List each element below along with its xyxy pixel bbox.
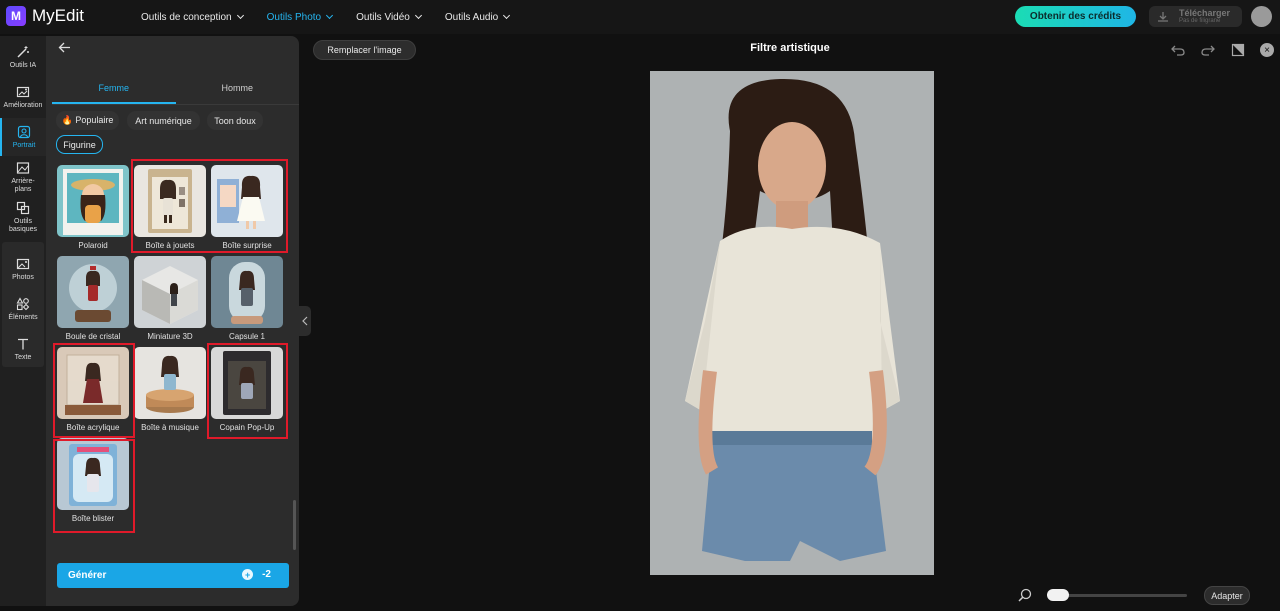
top-nav: Outils de conception Outils Photo Outils… [141,0,533,34]
gender-tabs: Femme Homme [52,79,299,105]
app-name: MyEdit [32,6,84,25]
nav-label: Outils Photo [266,11,322,23]
canvas-toolbar: × [1170,42,1274,58]
style-card-polaroid[interactable]: Polaroid [57,165,129,250]
generate-button[interactable]: Générer + -2 [57,563,289,588]
undo-icon[interactable] [1170,42,1186,58]
rail-item-basic-tools[interactable]: Outils basiques [0,200,46,234]
tab-femme[interactable]: Femme [52,79,176,104]
chip-art-numerique[interactable]: Art numérique [127,111,200,130]
highlight-box [131,159,288,253]
rail-item-text[interactable]: Texte [0,336,46,362]
canvas-title: Filtre artistique [750,42,830,54]
zoom-slider-handle[interactable] [1047,589,1069,601]
nav-label: Outils Audio [444,11,499,23]
download-text: Télécharger Pas de filigrane [1179,7,1231,25]
style-card-capsule-1[interactable]: Capsule 1 [211,256,283,341]
myedit-logo-icon: M [6,6,26,26]
replace-image-button[interactable]: Remplacer l'image [313,40,416,60]
credit-icon: + [242,569,254,580]
rail-label: Photos [12,274,34,281]
user-avatar[interactable] [1251,6,1272,27]
left-tool-rail: Outils IA Amélioration Portrait Arrière-… [0,36,46,606]
highlight-box [53,439,135,533]
nav-video-tools[interactable]: Outils Vidéo [356,11,422,23]
enhance-icon [15,84,31,100]
rail-item-backgrounds[interactable]: Arrière-plans [0,160,46,194]
compare-icon[interactable] [1230,42,1246,58]
rail-item-ai-tools[interactable]: Outils IA [0,44,46,70]
highlight-box [207,343,288,439]
credit-cost-value: -2 [262,569,271,580]
download-button[interactable]: Télécharger Pas de filigrane [1149,6,1242,27]
rail-label: Éléments [8,314,38,321]
background-icon [15,160,31,176]
style-thumbnail [57,256,129,328]
shapes-icon [15,296,31,312]
rail-label: Texte [14,354,32,361]
portrait-icon [16,124,32,140]
highlight-box [53,343,135,438]
chevron-down-icon [503,11,511,20]
tab-homme[interactable]: Homme [176,79,300,104]
style-card-boule-de-cristal[interactable]: Boule de cristal [57,256,129,341]
fit-button[interactable]: Adapter [1204,586,1250,605]
chevron-down-icon [414,11,422,20]
rail-item-portrait[interactable]: Portrait [0,118,46,156]
style-label: Miniature 3D [147,332,193,341]
crop-icon [15,200,31,216]
nav-label: Outils Vidéo [356,11,410,23]
download-label: Télécharger [1179,7,1231,18]
chevron-left-icon [302,316,308,326]
style-card-miniature-3d[interactable]: Miniature 3D [134,256,206,341]
rail-item-enhance[interactable]: Amélioration [0,84,46,110]
panel-scrollbar[interactable] [293,500,296,550]
download-sublabel: Pas de filigrane [1179,17,1221,24]
style-thumbnail [134,347,206,419]
rail-label: Portrait [12,142,36,149]
rail-label: Amélioration [3,102,43,109]
style-label: Capsule 1 [228,332,266,341]
panel-collapse-handle[interactable] [299,306,311,336]
nav-audio-tools[interactable]: Outils Audio [444,11,511,23]
portrait-style-panel: Femme Homme 🔥 Populaire Art numérique To… [46,36,299,606]
rail-label: Outils basiques [8,218,38,233]
text-icon [15,336,31,352]
zoom-icon[interactable] [1018,588,1032,607]
get-credits-button[interactable]: Obtenir des crédits [1015,6,1136,27]
style-thumbnail [211,256,283,328]
chevron-down-icon [326,11,334,20]
chip-populaire[interactable]: 🔥 Populaire [56,111,119,130]
rail-item-photos[interactable]: Photos [0,256,46,282]
nav-photo-tools[interactable]: Outils Photo [266,11,334,23]
style-label: Boîte à musique [141,423,199,432]
app-logo[interactable]: M MyEdit [6,6,84,26]
download-icon [1158,11,1168,22]
style-card-boite-a-musique[interactable]: Boîte à musique [134,347,206,432]
style-thumbnail [134,256,206,328]
generate-label: Générer [68,570,107,581]
image-icon [15,256,31,272]
chip-toon-doux[interactable]: Toon doux [207,111,263,130]
style-label: Boule de cristal [65,332,121,341]
nav-design-tools[interactable]: Outils de conception [141,11,244,23]
rail-item-elements[interactable]: Éléments [0,296,46,322]
close-icon[interactable]: × [1260,43,1274,57]
generate-cost: + -2 [242,569,271,580]
rail-label: Arrière-plans [11,178,35,193]
nav-label: Outils de conception [141,11,232,23]
chevron-down-icon [236,11,244,20]
back-arrow-icon[interactable] [58,40,71,56]
portrait-photo [650,71,934,575]
canvas-image[interactable] [650,71,934,575]
style-thumbnail [57,165,129,237]
magic-wand-icon [15,44,31,60]
rail-label: Outils IA [9,62,37,69]
top-bar: M MyEdit Outils de conception Outils Pho… [0,0,1280,34]
chip-figurine[interactable]: Figurine [56,135,103,154]
redo-icon[interactable] [1200,42,1216,58]
style-label: Polaroid [78,241,108,250]
